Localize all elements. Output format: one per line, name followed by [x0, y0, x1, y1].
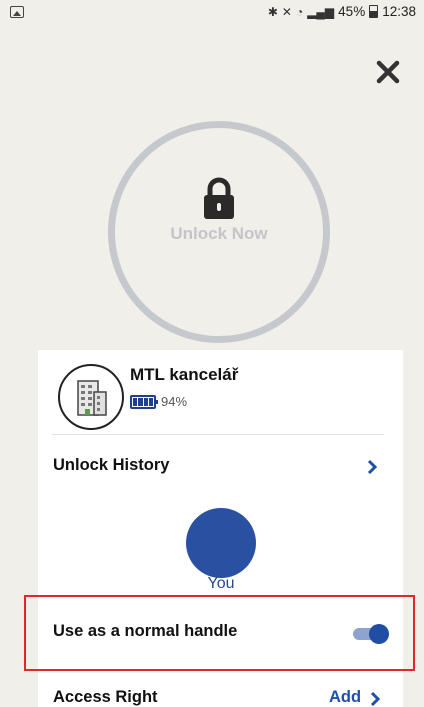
unlock-history-title: Unlock History	[53, 456, 170, 474]
building-icon	[77, 380, 107, 416]
status-bar: ✱ ✕ ◔ ▂▄▆ 45% 12:38	[0, 0, 424, 26]
add-label: Add	[329, 688, 362, 706]
signal-icon: ▂▄▆	[307, 4, 335, 19]
close-icon	[376, 60, 400, 84]
device-battery: 94%	[130, 394, 187, 409]
wifi-icon: ◔	[295, 4, 304, 19]
unlock-history-row[interactable]: Unlock History	[38, 450, 403, 484]
device-avatar	[58, 364, 124, 430]
device-name: MTL kancelář	[130, 365, 239, 384]
add-access-button[interactable]: Add	[329, 688, 381, 707]
bluetooth-icon: ✱	[267, 4, 278, 19]
divider	[52, 434, 384, 435]
mute-icon: ✕	[281, 4, 292, 19]
chevron-right-icon	[367, 459, 378, 475]
access-right-row: Access Right Add	[38, 686, 403, 707]
image-icon	[10, 6, 24, 18]
battery-icon	[369, 5, 379, 18]
battery-icon	[130, 394, 158, 409]
lock-icon	[204, 177, 234, 219]
highlight-box	[24, 595, 415, 671]
unlock-now-button[interactable]: Unlock Now	[108, 121, 330, 343]
history-user-label: You	[207, 575, 235, 592]
status-bar-right: ✱ ✕ ◔ ▂▄▆ 45% 12:38	[268, 4, 416, 19]
chevron-right-icon	[371, 691, 381, 706]
status-time: 12:38	[382, 4, 416, 19]
battery-percent: 94%	[161, 394, 188, 409]
unlock-now-label: Unlock Now	[170, 224, 268, 243]
history-user-avatar[interactable]	[186, 508, 256, 578]
close-button[interactable]	[370, 54, 406, 90]
access-right-title: Access Right	[53, 688, 158, 706]
status-battery-percent: 45%	[338, 4, 366, 19]
